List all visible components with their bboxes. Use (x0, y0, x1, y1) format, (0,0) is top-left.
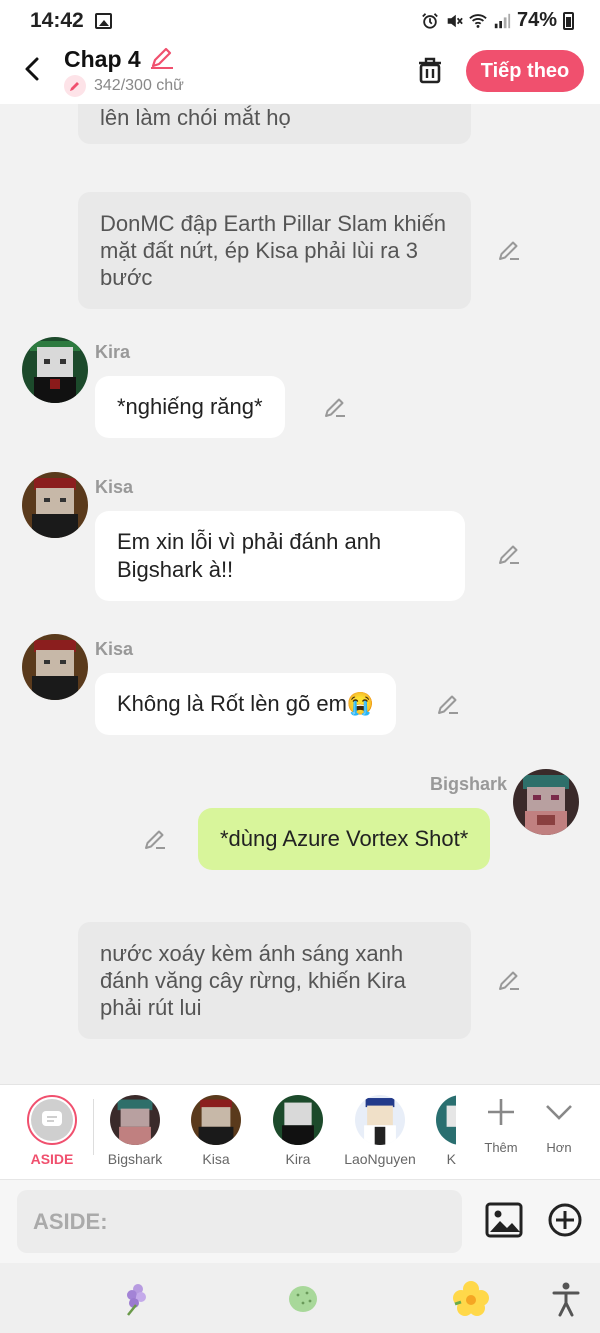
character-avatar (355, 1095, 405, 1145)
add-character-button[interactable]: Thêm (476, 1097, 526, 1155)
character-avatar (191, 1095, 241, 1145)
edit-title-icon[interactable] (149, 46, 175, 70)
message-text: Em xin lỗi vì phải đánh anh Bigshark à!! (117, 529, 382, 582)
sender-name: Kisa (95, 639, 134, 659)
edit-message-icon[interactable] (323, 395, 347, 419)
edit-message-icon[interactable] (497, 238, 521, 262)
aside-avatar (27, 1095, 77, 1145)
accessibility-icon[interactable] (546, 1279, 586, 1319)
chapter-header: Chap 4 342/300 chữ Tiếp theo (0, 42, 600, 104)
edit-message-icon[interactable] (143, 827, 167, 851)
narration-bubble[interactable]: lên làm chói mắt họ (78, 104, 471, 144)
message-text: Không là Rốt lèn gõ em😭 (117, 691, 375, 716)
character-bigshark[interactable]: Bigshark (95, 1095, 175, 1167)
message-bubble[interactable]: *nghiếng răng* (95, 376, 285, 438)
message-text: *nghiếng răng* (117, 394, 263, 419)
wifi-icon (469, 13, 487, 28)
image-icon[interactable] (485, 1202, 523, 1238)
avatar-kira[interactable] (22, 337, 88, 403)
battery-icon (563, 11, 574, 30)
chat-area[interactable]: lên làm chói mắt họ DonMC đập Earth Pill… (0, 104, 600, 1084)
narration-text: nước xoáy kèm ánh sáng xanh đánh văng câ… (100, 941, 406, 1020)
edit-message-icon[interactable] (497, 968, 521, 992)
chapter-title[interactable]: Chap 4 (64, 46, 141, 73)
character-selector: ASIDE Bigshark Kisa Kira LaoNguyen K Thê… (0, 1084, 600, 1179)
alarm-icon (422, 12, 438, 29)
character-kira[interactable]: Kira (258, 1095, 338, 1167)
character-laonguyen[interactable]: LaoNguyen (340, 1095, 420, 1167)
sender-name: Kira (95, 342, 131, 362)
edit-message-icon[interactable] (436, 692, 460, 716)
divider (93, 1099, 94, 1155)
expand-button[interactable]: Hơn (534, 1097, 584, 1155)
status-time: 14:42 (30, 9, 84, 32)
sender-name: Kisa (95, 477, 134, 497)
character-partial[interactable]: K (420, 1095, 456, 1167)
plus-icon (488, 1099, 514, 1125)
next-button[interactable]: Tiếp theo (466, 50, 584, 92)
status-icons: 74% (421, 9, 574, 32)
back-arrow-icon[interactable] (18, 54, 48, 84)
word-count-row: 342/300 chữ (64, 75, 184, 97)
image-notification-icon (95, 13, 112, 29)
character-aside[interactable]: ASIDE (12, 1095, 92, 1167)
pencil-icon (64, 75, 86, 97)
avatar-kisa[interactable] (22, 634, 88, 700)
character-label: Bigshark (107, 1151, 163, 1167)
word-count: 342/300 chữ (94, 77, 184, 94)
character-kisa[interactable]: Kisa (176, 1095, 256, 1167)
message-input[interactable]: ASIDE: (17, 1190, 462, 1253)
narration-text: lên làm chói mắt họ (100, 105, 291, 130)
signal-icon (494, 13, 511, 28)
yellow-flower-icon[interactable] (451, 1279, 491, 1319)
avatar-kisa[interactable] (22, 472, 88, 538)
emoji-bar (0, 1263, 600, 1333)
lilac-flower-icon[interactable] (116, 1279, 156, 1319)
add-label: Thêm (484, 1140, 518, 1155)
expand-label: Hơn (546, 1140, 572, 1155)
character-label: Kisa (202, 1151, 230, 1167)
character-avatar (110, 1095, 160, 1145)
status-bar: 14:42 74% (0, 0, 600, 42)
narration-text: DonMC đập Earth Pillar Slam khiến mặt đấ… (100, 211, 447, 290)
message-bubble[interactable]: Em xin lỗi vì phải đánh anh Bigshark à!! (95, 511, 465, 601)
trash-icon[interactable] (416, 56, 444, 84)
mute-icon (447, 14, 463, 27)
title-block: Chap 4 342/300 chữ (64, 46, 184, 97)
add-circle-icon[interactable] (547, 1202, 583, 1238)
character-label: K (446, 1151, 456, 1167)
character-label: ASIDE (30, 1151, 74, 1167)
message-text: *dùng Azure Vortex Shot* (220, 826, 469, 851)
my-message-bubble[interactable]: *dùng Azure Vortex Shot* (198, 808, 491, 870)
composer: ASIDE: (0, 1179, 600, 1263)
battery-percent: 74% (516, 9, 557, 31)
narration-bubble[interactable]: nước xoáy kèm ánh sáng xanh đánh văng câ… (78, 922, 471, 1039)
chevron-down-icon (546, 1105, 572, 1120)
avatar-bigshark[interactable] (513, 769, 579, 835)
cactus-icon[interactable] (283, 1279, 323, 1319)
message-bubble[interactable]: Không là Rốt lèn gõ em😭 (95, 673, 397, 735)
character-avatar (273, 1095, 323, 1145)
narration-bubble[interactable]: DonMC đập Earth Pillar Slam khiến mặt đấ… (78, 192, 471, 309)
character-label: Kira (285, 1151, 311, 1167)
character-avatar (436, 1095, 456, 1145)
edit-message-icon[interactable] (497, 542, 521, 566)
chat-bubble-icon (42, 1111, 62, 1126)
character-label: LaoNguyen (344, 1151, 416, 1167)
sender-name: Bigshark (430, 774, 508, 794)
